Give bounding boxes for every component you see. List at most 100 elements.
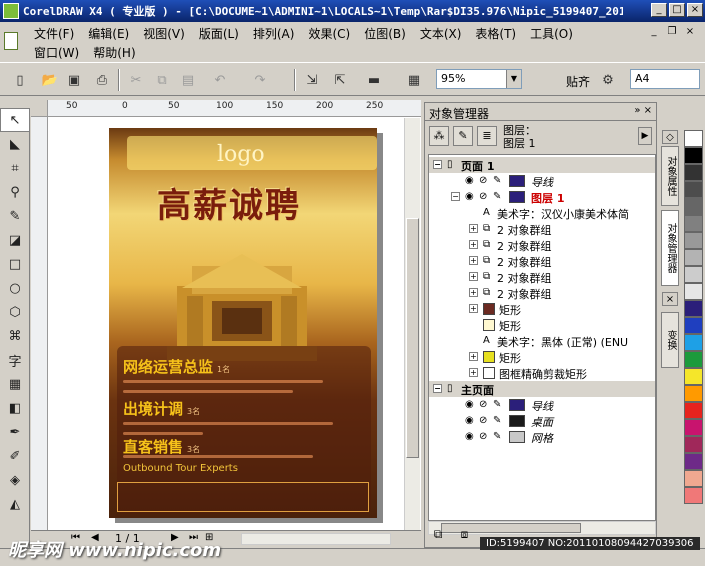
polygon-tool-icon[interactable]: ⬡ [0,300,30,324]
palette-swatch[interactable] [684,181,703,198]
menu-effects[interactable]: 效果(C) [304,25,360,42]
docker-menu-arrow-icon[interactable]: ▶ [638,127,652,145]
welcome-screen-icon[interactable]: ▦ [404,70,424,90]
open-folder-icon[interactable]: 📂 [40,70,60,90]
lock-icon[interactable]: ✎ [493,191,501,202]
menu-arrange[interactable]: 排列(A) [249,25,305,42]
page-size-select[interactable]: A4 [630,69,700,89]
eye-icon[interactable]: ◉ [465,175,474,186]
tab-object-manager[interactable]: 对象管理器 [661,210,679,286]
options-icon[interactable]: ⚙ [598,70,618,90]
menu-help[interactable]: 帮助(H) [89,44,145,61]
palette-swatch[interactable] [684,487,703,504]
palette-swatch[interactable] [684,164,703,181]
menu-edit[interactable]: 编辑(E) [84,25,139,42]
show-properties-icon[interactable]: ⁂ [429,126,449,146]
page-node[interactable]: − ▯ 主页面 [429,381,655,397]
new-document-icon[interactable]: ▯ [10,70,30,90]
rectangle-tool-icon[interactable]: □ [0,252,30,276]
doc-restore-button[interactable]: ❐ [665,26,679,38]
eye-icon[interactable]: ◉ [465,431,474,442]
object-node[interactable]: + ⧉ 2 对象群组 [429,221,655,237]
palette-swatch[interactable] [684,334,703,351]
text-tool-icon[interactable]: 字 [0,348,30,372]
layer-node[interactable]: +◉⊘✎导线 [429,173,655,189]
canvas-vertical-scrollbar[interactable] [404,118,420,530]
application-launcher-icon[interactable]: ▬ [364,70,384,90]
layer-color-swatch[interactable] [509,415,525,427]
docker-scroll-icon[interactable]: ◇ [662,130,678,144]
palette-swatch[interactable] [684,215,703,232]
export-icon[interactable]: ⇱ [330,70,350,90]
minimize-button[interactable]: _ [651,3,667,17]
eyedropper-tool-icon[interactable]: ✒ [0,420,30,444]
canvas-horizontal-scrollbar[interactable] [241,533,391,545]
palette-swatch[interactable] [684,198,703,215]
table-tool-icon[interactable]: ▦ [0,372,30,396]
document-icon[interactable] [4,32,18,50]
object-node[interactable]: + 图框精确剪裁矩形 [429,365,655,381]
import-icon[interactable]: ⇲ [302,70,322,90]
zoom-tool-icon[interactable]: ⚲ [0,180,30,204]
expand-toggle-icon[interactable]: + [469,256,478,265]
palette-swatch[interactable] [684,419,703,436]
object-node[interactable]: + ⧉ 2 对象群组 [429,285,655,301]
layer-color-swatch[interactable] [509,399,525,411]
print-icon[interactable]: ⊘ [479,191,487,202]
paste-icon[interactable]: ▤ [178,70,198,90]
zoom-level-select[interactable]: 95% ▼ [436,69,522,89]
object-node[interactable]: +A美术字：黑体 (正常) (ENU [429,333,655,349]
palette-swatch[interactable] [684,317,703,334]
new-master-layer-icon[interactable]: ⧈ [455,527,475,545]
object-node[interactable]: + ⧉ 2 对象群组 [429,269,655,285]
print-icon[interactable]: ⊘ [479,415,487,426]
object-node[interactable]: + 矩形 [429,349,655,365]
menu-layout[interactable]: 版面(L) [195,25,249,42]
expand-toggle-icon[interactable]: − [451,192,460,201]
palette-swatch[interactable] [684,453,703,470]
cut-icon[interactable]: ✂ [126,70,146,90]
shape-tool-icon[interactable]: ◣ [0,132,30,156]
snap-to-button[interactable]: 贴齐 [566,73,590,90]
layer-color-swatch[interactable] [509,175,525,187]
object-node[interactable]: + 矩形 [429,301,655,317]
tab-transform[interactable]: 变换 [661,312,679,368]
chevron-down-icon[interactable]: ▼ [506,70,521,88]
print-icon[interactable]: ⊘ [479,431,487,442]
layer-color-swatch[interactable] [509,191,525,203]
palette-swatch[interactable] [684,385,703,402]
layer-color-swatch[interactable] [509,431,525,443]
basic-shapes-tool-icon[interactable]: ⌘ [0,324,30,348]
maximize-button[interactable]: □ [669,3,685,17]
ruler-origin[interactable] [31,100,48,117]
tab-object-properties[interactable]: 对象属性 [661,146,679,206]
lock-icon[interactable]: ✎ [493,431,501,442]
palette-swatch[interactable] [684,283,703,300]
palette-swatch[interactable] [684,130,703,147]
expand-toggle-icon[interactable]: + [469,368,478,377]
smart-fill-tool-icon[interactable]: ◪ [0,228,30,252]
layer-node[interactable]: +◉⊘✎导线 [429,397,655,413]
interactive-blend-tool-icon[interactable]: ◧ [0,396,30,420]
object-node[interactable]: + ⧉ 2 对象群组 [429,237,655,253]
page-node[interactable]: − ▯ 页面 1 [429,157,655,173]
eye-icon[interactable]: ◉ [465,415,474,426]
menu-text[interactable]: 文本(X) [416,25,472,42]
expand-toggle-icon[interactable]: − [433,384,442,393]
expand-toggle-icon[interactable]: + [469,240,478,249]
palette-swatch[interactable] [684,436,703,453]
print-icon[interactable]: ⊘ [479,175,487,186]
doc-close-button[interactable]: × [683,26,697,38]
close-docker-icon[interactable]: × [662,292,678,306]
menu-file[interactable]: 文件(F) [30,25,84,42]
ellipse-tool-icon[interactable]: ○ [0,276,30,300]
menu-bitmaps[interactable]: 位图(B) [360,25,416,42]
lock-icon[interactable]: ✎ [493,415,501,426]
save-icon[interactable]: ▣ [64,70,84,90]
palette-swatch[interactable] [684,249,703,266]
doc-minimize-button[interactable]: _ [647,26,661,38]
recruitment-poster[interactable]: logo 高薪诚聘 网络运营总监 1名 出境计调 3名 直客销售 3名 Outb… [109,128,377,518]
drawing-canvas[interactable]: 50 0 50 100 150 200 250 logo 高薪诚聘 网络运营总监… [31,100,421,530]
docker-controls[interactable]: » × [634,105,652,116]
object-node[interactable]: +A美术字：汉仪小康美术体简 [429,205,655,221]
